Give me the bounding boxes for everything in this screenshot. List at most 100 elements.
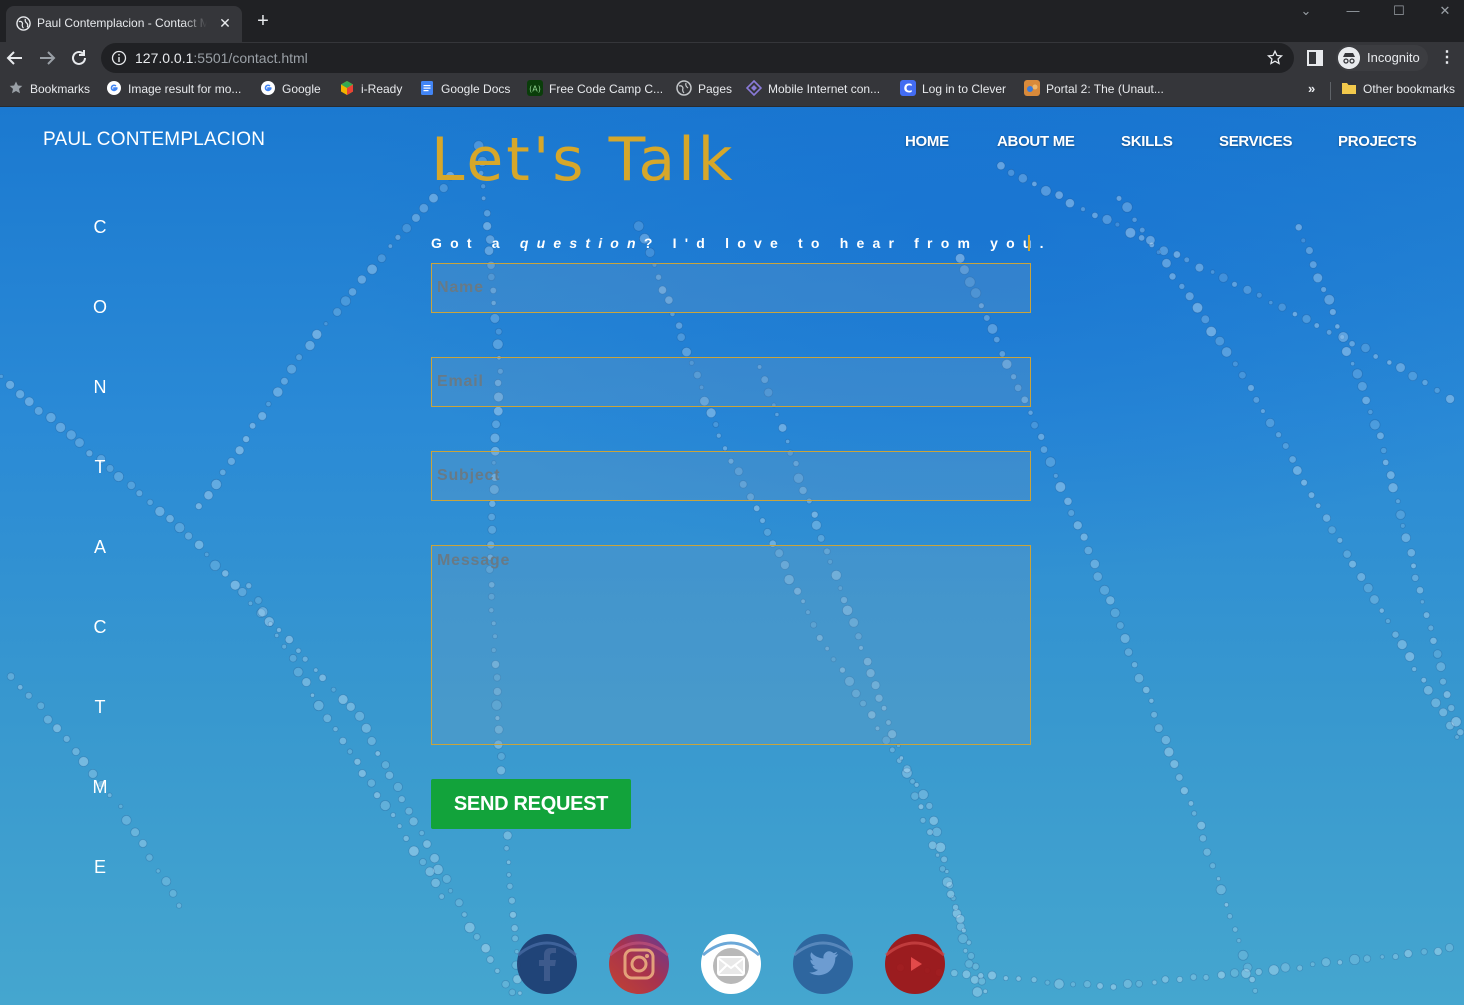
globe-icon [676, 80, 692, 96]
site-info-icon[interactable] [111, 50, 127, 66]
bookmark-item[interactable]: Google [260, 81, 321, 99]
bookmark-star-icon[interactable] [1266, 49, 1284, 67]
water-droplet [482, 221, 492, 231]
water-droplet [408, 845, 420, 857]
water-droplet [1265, 418, 1276, 428]
bookmark-item[interactable]: i-Ready [339, 81, 402, 99]
window-close-icon[interactable]: ✕ [1434, 3, 1456, 21]
water-droplet [1361, 395, 1371, 405]
bookmark-item[interactable]: Pages [676, 80, 732, 99]
water-droplet [379, 800, 391, 811]
water-droplet [1356, 572, 1366, 582]
water-droplet [1282, 442, 1290, 450]
reload-icon[interactable] [67, 46, 91, 70]
water-droplet [1198, 834, 1207, 843]
tab-search-icon[interactable]: ⌄ [1295, 3, 1317, 21]
water-droplet [501, 980, 510, 989]
water-droplet [1135, 980, 1143, 988]
water-droplet [118, 803, 124, 809]
water-droplet [1445, 394, 1455, 404]
browser-tab[interactable]: Paul Contemplacion - Contact Me ✕ [6, 6, 242, 42]
globe-icon [16, 16, 31, 31]
water-droplet [1363, 954, 1372, 963]
nav-projects[interactable]: PROJECTS [1338, 133, 1417, 150]
svg-text:C: C [904, 82, 913, 96]
water-droplet [1054, 481, 1066, 493]
water-droplet [194, 539, 205, 550]
bookmark-item[interactable]: Bookmarks [8, 81, 90, 99]
water-droplet [1124, 647, 1133, 657]
send-request-button[interactable]: SEND REQUEST [431, 779, 631, 829]
water-droplet [71, 747, 81, 756]
message-textarea[interactable] [431, 545, 1031, 745]
water-droplet [203, 490, 214, 501]
water-droplet [247, 600, 254, 606]
water-droplet [313, 667, 319, 673]
nav-about-me[interactable]: ABOUT ME [997, 133, 1075, 150]
name-input[interactable] [431, 263, 1031, 313]
water-droplet [941, 876, 953, 888]
bookmark-item[interactable]: Portal 2: The (Unaut... [1024, 80, 1164, 99]
water-droplet [1080, 206, 1086, 212]
incognito-profile-button[interactable]: Incognito [1336, 45, 1428, 71]
email-link[interactable] [700, 933, 762, 995]
water-droplet [384, 770, 394, 780]
water-droplet [1326, 329, 1333, 336]
subject-input[interactable] [431, 451, 1031, 501]
address-bar[interactable]: 127.0.0.1:5501/contact.html [101, 43, 1294, 73]
nav-home[interactable]: HOME [905, 133, 949, 150]
browser-menu-icon[interactable]: ⋮ [1438, 47, 1456, 69]
water-droplet [221, 569, 230, 578]
water-droplet [280, 377, 289, 386]
water-droplet [987, 970, 997, 981]
water-droplet [1300, 237, 1307, 244]
water-droplet [1065, 198, 1075, 209]
side-panel-icon[interactable] [1306, 49, 1324, 67]
bookmark-item[interactable]: Google Docs [419, 81, 510, 99]
water-droplet [1237, 949, 1249, 961]
tab-close-icon[interactable]: ✕ [216, 14, 234, 32]
minimize-icon[interactable]: — [1342, 3, 1364, 21]
water-droplet [982, 988, 988, 994]
water-droplet [1151, 979, 1158, 986]
site-brand[interactable]: PAUL CONTEMPLACION [43, 129, 265, 151]
water-droplet [288, 654, 298, 663]
back-icon[interactable] [3, 46, 27, 70]
water-droplet [145, 853, 154, 862]
facebook-link[interactable] [516, 933, 578, 995]
water-droplet [227, 457, 236, 466]
water-droplet [348, 287, 357, 297]
water-droplet [1260, 408, 1266, 414]
water-droplet [919, 817, 927, 824]
nav-skills[interactable]: SKILLS [1121, 133, 1173, 150]
water-droplet [1202, 974, 1210, 981]
bookmark-item[interactable]: Image result for mo... [106, 81, 241, 99]
bookmarks-overflow-button[interactable]: » [1308, 81, 1315, 96]
forward-icon[interactable] [35, 46, 59, 70]
water-droplet [1444, 943, 1454, 953]
new-tab-button[interactable]: + [252, 10, 274, 32]
water-droplet [387, 243, 393, 249]
water-droplet [1124, 227, 1136, 239]
nav-services[interactable]: SERVICES [1219, 133, 1292, 150]
other-bookmarks-folder[interactable]: Other bookmarks [1341, 81, 1455, 99]
water-droplet [955, 914, 966, 924]
clever-icon: C [900, 80, 916, 96]
water-droplet [323, 321, 329, 327]
water-droplet [489, 313, 501, 324]
water-droplet [889, 746, 896, 754]
email-input[interactable] [431, 357, 1031, 407]
twitter-link[interactable] [792, 933, 854, 995]
youtube-link[interactable] [884, 933, 946, 995]
water-droplet [1400, 532, 1411, 543]
water-droplet [1456, 728, 1464, 736]
maximize-icon[interactable]: ☐ [1388, 3, 1410, 21]
bookmark-item[interactable]: Mobile Internet con... [746, 80, 880, 99]
water-droplet [1247, 384, 1255, 392]
water-droplet [1351, 368, 1363, 380]
water-droplet [1341, 346, 1352, 357]
instagram-link[interactable] [608, 933, 670, 995]
water-droplet [1216, 876, 1221, 882]
bookmark-item[interactable]: (A) Free Code Camp C... [527, 80, 663, 99]
bookmark-item[interactable]: C Log in to Clever [900, 80, 1006, 99]
